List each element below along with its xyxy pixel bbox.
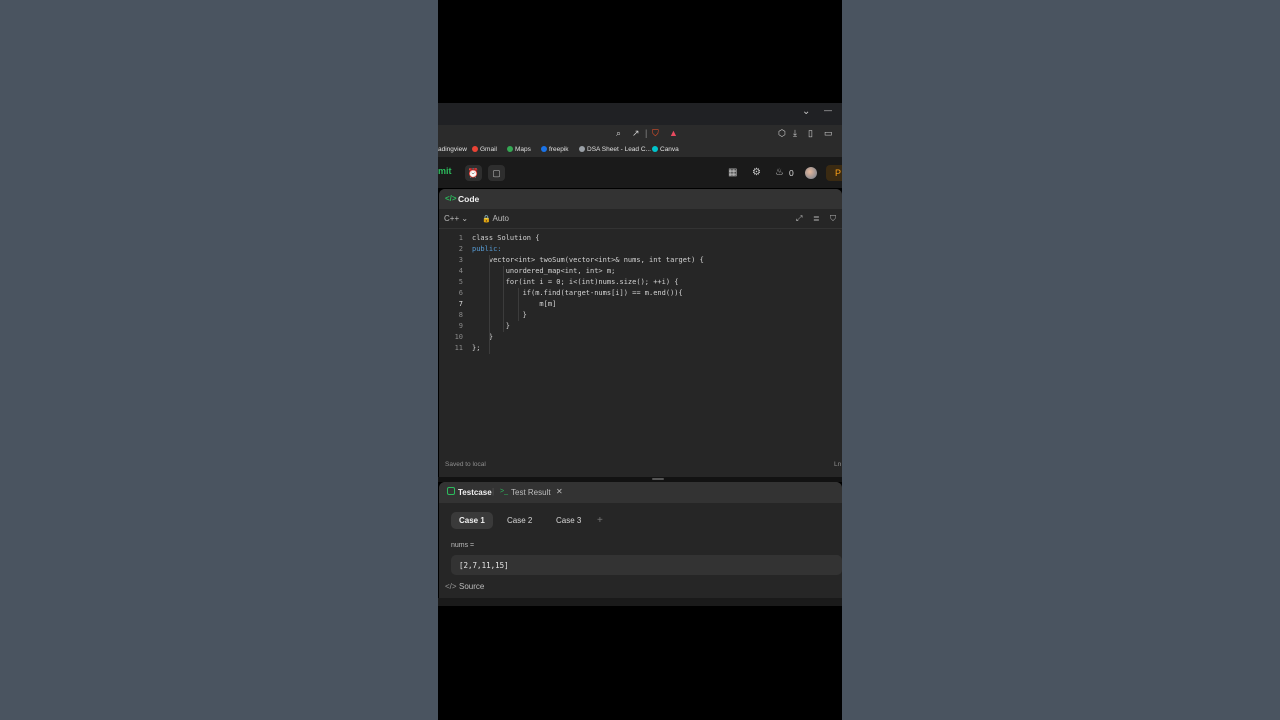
separator: | bbox=[492, 487, 495, 496]
screen-recording-frame: ⌄ — ⌕ ↗ | ⛉ ▲ ⬡ ⤓ ▯ ▭ adingview Gmail Ma… bbox=[438, 0, 842, 720]
code-line[interactable]: m[m] bbox=[472, 299, 556, 310]
code-icon: </> bbox=[445, 582, 457, 591]
editor-toolbar: C++ ⌄ 🔒 Auto ⤢ ≣ ⛉ bbox=[439, 210, 842, 229]
zoom-icon[interactable]: ⌕ bbox=[616, 128, 621, 139]
bookmark-label: DSA Sheet - Lead C... bbox=[587, 146, 651, 153]
streak-fire-icon[interactable]: ♨ bbox=[775, 167, 784, 178]
line-number: 7 bbox=[458, 300, 463, 308]
avatar[interactable] bbox=[805, 167, 817, 179]
code-line[interactable]: } bbox=[472, 321, 510, 332]
add-case-button[interactable]: + bbox=[597, 515, 603, 526]
globe-icon bbox=[579, 146, 585, 152]
indent-guide bbox=[518, 288, 519, 321]
code-line[interactable]: }; bbox=[472, 343, 480, 354]
submit-button[interactable]: mit bbox=[438, 166, 452, 176]
line-number: 2 bbox=[458, 245, 463, 253]
streak-count: 0 bbox=[789, 168, 794, 178]
mode-label: Auto bbox=[492, 214, 509, 223]
line-number: 3 bbox=[458, 256, 463, 264]
bookmark-gmail[interactable]: Gmail bbox=[472, 146, 497, 153]
bookmark-label: Maps bbox=[515, 146, 531, 153]
brave-shield-icon[interactable]: ⛉ bbox=[652, 128, 659, 139]
panel-bottom-edge bbox=[438, 598, 842, 606]
bookmark-maps[interactable]: Maps bbox=[507, 146, 531, 153]
language-select[interactable]: C++ ⌄ bbox=[444, 214, 468, 223]
testcase-panel-header: Testcase | >_ Test Result ✕ bbox=[439, 482, 842, 503]
code-line[interactable]: class Solution { bbox=[472, 233, 539, 244]
tab-list-chevron-icon[interactable]: ⌄ bbox=[802, 106, 810, 117]
premium-button[interactable]: P bbox=[826, 165, 842, 181]
source-link[interactable]: Source bbox=[459, 582, 484, 591]
save-status: Saved to local bbox=[445, 461, 486, 468]
maps-icon bbox=[507, 146, 513, 152]
line-number: 8 bbox=[458, 311, 463, 319]
gmail-icon bbox=[472, 146, 478, 152]
indent-guide bbox=[503, 266, 504, 332]
line-number: 9 bbox=[458, 322, 463, 330]
close-icon[interactable]: ✕ bbox=[556, 487, 563, 496]
line-number: 5 bbox=[458, 278, 463, 286]
bookmark-label: Gmail bbox=[480, 146, 497, 153]
code-panel-title: Code bbox=[458, 194, 480, 204]
share-icon[interactable]: ↗ bbox=[632, 128, 640, 139]
bookmark-label: freepik bbox=[549, 146, 569, 153]
code-icon: </> bbox=[445, 194, 457, 203]
line-number: 1 bbox=[458, 234, 463, 242]
bookmark-freepik[interactable]: freepik bbox=[541, 146, 569, 153]
download-icon[interactable]: ⤓ bbox=[793, 128, 797, 139]
nums-value: [2,7,11,15] bbox=[459, 561, 509, 570]
tab-testcase[interactable]: Testcase bbox=[458, 488, 492, 497]
drag-grip[interactable] bbox=[652, 478, 664, 480]
code-panel-header: </> Code bbox=[439, 189, 842, 209]
indent-guide bbox=[489, 255, 490, 354]
notes-icon[interactable]: ▢ bbox=[488, 165, 505, 181]
tab-test-result[interactable]: Test Result bbox=[511, 488, 551, 497]
wallet-icon[interactable]: ▭ bbox=[824, 128, 833, 139]
cursor-position: Ln bbox=[834, 461, 842, 468]
line-number: 11 bbox=[454, 344, 463, 352]
rewards-icon[interactable]: ▲ bbox=[669, 128, 678, 138]
extensions-icon[interactable]: ⬡ bbox=[778, 128, 786, 139]
layout-icon[interactable]: ▦ bbox=[728, 167, 737, 178]
terminal-icon: >_ bbox=[500, 488, 508, 495]
bookmark-tradingview[interactable]: adingview bbox=[438, 146, 467, 153]
timer-icon[interactable]: ⏰ bbox=[465, 165, 482, 181]
code-line[interactable]: public: bbox=[472, 244, 502, 255]
bookmark-canva[interactable]: Canva bbox=[652, 146, 679, 153]
line-number: 6 bbox=[458, 289, 463, 297]
minimize-icon[interactable]: — bbox=[824, 106, 832, 115]
expand-icon[interactable]: ⤢ bbox=[796, 214, 802, 224]
case-2-tab[interactable]: Case 2 bbox=[499, 512, 540, 529]
lock-icon: 🔒 bbox=[482, 216, 491, 223]
chevron-down-icon: ⌄ bbox=[461, 214, 469, 223]
format-icon[interactable]: ≣ bbox=[813, 214, 820, 223]
auto-mode-toggle[interactable]: 🔒 Auto bbox=[482, 214, 509, 223]
checkbox-icon bbox=[447, 487, 455, 495]
code-line[interactable]: unordered_map<int, int> m; bbox=[472, 266, 616, 277]
freepik-icon bbox=[541, 146, 547, 152]
case-1-tab[interactable]: Case 1 bbox=[451, 512, 493, 529]
leetcode-top-bar: mit ⏰ ▢ ▦ ⚙ ♨ 0 P bbox=[438, 157, 842, 188]
bookmark-icon[interactable]: ⛉ bbox=[830, 214, 836, 224]
canva-icon bbox=[652, 146, 658, 152]
separator: | bbox=[645, 128, 648, 138]
bookmark-dsa-sheet[interactable]: DSA Sheet - Lead C... bbox=[579, 146, 651, 153]
bookmark-label: adingview bbox=[438, 146, 467, 153]
line-number: 4 bbox=[458, 267, 463, 275]
testcase-panel: Testcase | >_ Test Result ✕ Case 1 Case … bbox=[439, 482, 842, 598]
bookmark-label: Canva bbox=[660, 146, 679, 153]
input-label: nums = bbox=[451, 542, 475, 549]
nums-input[interactable]: [2,7,11,15] bbox=[451, 555, 842, 575]
language-label: C++ bbox=[444, 214, 460, 223]
browser-window-bar: ⌄ — bbox=[438, 103, 842, 125]
sidebar-icon[interactable]: ▯ bbox=[808, 128, 813, 139]
code-line[interactable]: vector<int> twoSum(vector<int>& nums, in… bbox=[472, 255, 704, 266]
address-bar-row: ⌕ ↗ | ⛉ ▲ ⬡ ⤓ ▯ ▭ bbox=[438, 125, 842, 142]
code-panel: </> Code C++ ⌄ 🔒 Auto ⤢ ≣ ⛉ 1 class Solut… bbox=[439, 189, 842, 477]
case-3-tab[interactable]: Case 3 bbox=[548, 512, 589, 529]
line-number: 10 bbox=[454, 333, 463, 341]
bookmarks-bar: adingview Gmail Maps freepik DSA Sheet -… bbox=[438, 142, 842, 157]
gear-icon[interactable]: ⚙ bbox=[752, 167, 761, 178]
